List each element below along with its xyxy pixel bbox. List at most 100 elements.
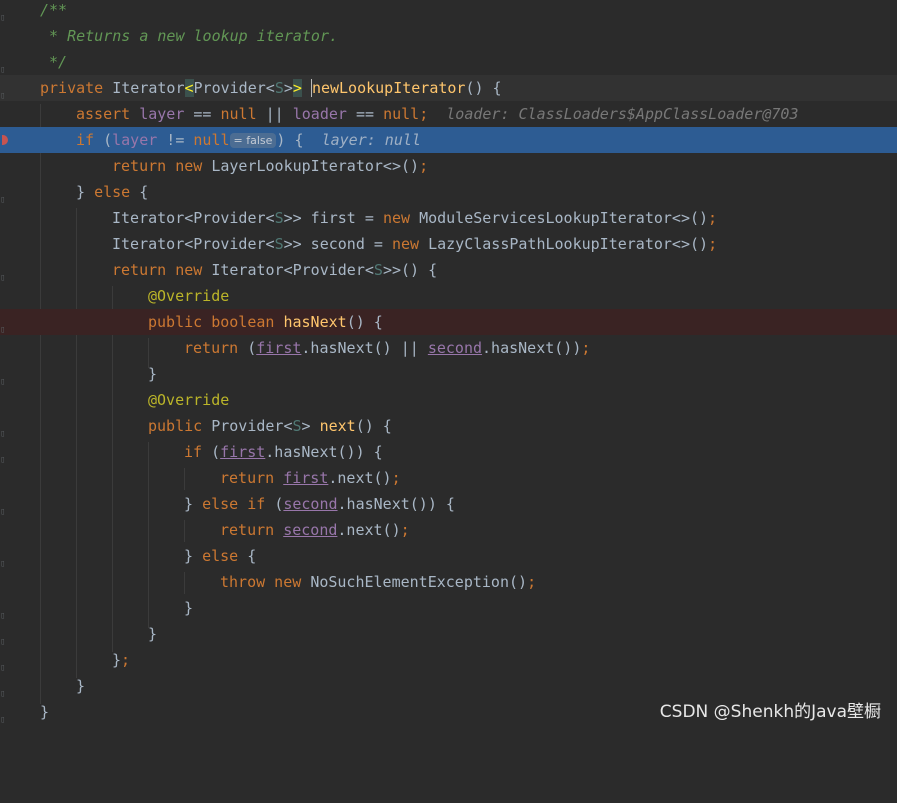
fold-marker-icon[interactable]: ▯	[0, 499, 6, 517]
field-layer: layer	[139, 105, 185, 123]
annotation: @Override	[148, 287, 230, 305]
semicolon: ;	[400, 521, 410, 539]
operator: ==	[184, 105, 221, 123]
fold-marker-icon[interactable]: ▯	[0, 603, 6, 621]
fold-marker-icon[interactable]: ▯	[0, 629, 6, 647]
code-line-breakpoint[interactable]: ▯ public boolean hasNext() {	[0, 309, 897, 335]
code-line[interactable]: ▯ };	[0, 647, 897, 673]
fold-marker-icon[interactable]: ▯	[0, 57, 6, 75]
punctuation: }	[184, 495, 203, 513]
fold-marker-icon[interactable]: ▯	[0, 187, 6, 205]
type-name: Iterator<Provider<	[112, 235, 275, 253]
code-line[interactable]: * Returns a new lookup iterator.	[0, 23, 897, 49]
doc-comment: * Returns a new lookup iterator.	[40, 27, 339, 45]
punctuation: {	[238, 547, 257, 565]
captured-variable: first	[256, 339, 302, 357]
semicolon: ;	[708, 209, 718, 227]
fold-marker-icon[interactable]: ▯	[0, 317, 6, 335]
type-parameter: S	[292, 417, 302, 435]
code-line[interactable]: return (first.hasNext() || second.hasNex…	[0, 335, 897, 361]
constructor-call: NoSuchElementException()	[310, 573, 528, 591]
punctuation: }	[184, 547, 203, 565]
code-line-current[interactable]: ▯ private Iterator<Provider<S>> newLooku…	[0, 75, 897, 101]
captured-variable: second	[283, 521, 338, 539]
code-line[interactable]: ▯ }	[0, 361, 897, 387]
code-line[interactable]: return first.next();	[0, 465, 897, 491]
code-line[interactable]: Iterator<Provider<S>> first = new Module…	[0, 205, 897, 231]
captured-variable: second	[427, 339, 483, 357]
fold-marker-icon[interactable]: ▯	[0, 447, 6, 465]
punctuation: }	[76, 677, 86, 695]
semicolon: ;	[708, 235, 718, 253]
fold-marker-icon[interactable]: ▯	[0, 83, 6, 101]
punctuation: () {	[465, 79, 502, 97]
fold-marker-icon[interactable]: ▯	[0, 5, 6, 23]
method-call: .next()	[328, 469, 392, 487]
keyword-return: return	[184, 339, 248, 357]
constructor-call: LayerLookupIterator<>()	[211, 157, 420, 175]
debug-evaluation-badge[interactable]: = false	[229, 133, 277, 148]
punctuation: >	[301, 417, 320, 435]
field-loader: loader	[292, 105, 347, 123]
code-line[interactable]: assert layer == null || loader == null; …	[0, 101, 897, 127]
keyword-else-if: else if	[202, 495, 275, 513]
keyword-null: null	[220, 105, 257, 123]
keyword-new: new	[382, 209, 420, 227]
punctuation: {	[130, 183, 149, 201]
code-line[interactable]: ▯ }	[0, 595, 897, 621]
type-name: Provider<	[211, 417, 293, 435]
watermark-text: CSDN @Shenkh的Java壁橱	[659, 702, 881, 722]
keyword-new: new	[391, 235, 429, 253]
semicolon: ;	[419, 105, 429, 123]
code-line[interactable]: ▯ } else {	[0, 543, 897, 569]
code-line[interactable]: return new LayerLookupIterator<>();	[0, 153, 897, 179]
keyword-if: if	[184, 443, 212, 461]
debug-inline-value: loader: ClassLoaders$AppClassLoader@703	[446, 105, 799, 123]
fold-marker-icon[interactable]: ▯	[0, 265, 6, 283]
keyword-throw-new: throw new	[220, 573, 311, 591]
code-line[interactable]: @Override	[0, 387, 897, 413]
type-parameter: S	[274, 209, 284, 227]
code-line[interactable]: ▯ }	[0, 673, 897, 699]
fold-marker-icon[interactable]: ▯	[0, 681, 6, 699]
code-line[interactable]: ▯ }	[0, 621, 897, 647]
method-call: .hasNext()) {	[337, 495, 455, 513]
keyword-return: return	[220, 521, 284, 539]
code-line[interactable]: ▯ /**	[0, 0, 897, 23]
code-line[interactable]: ▯ } else if (second.hasNext()) {	[0, 491, 897, 517]
method-call: .hasNext())	[482, 339, 582, 357]
code-line[interactable]: return second.next();	[0, 517, 897, 543]
code-editor[interactable]: ▯ /** * Returns a new lookup iterator. ▯…	[0, 0, 897, 730]
operator: ||	[256, 105, 293, 123]
constructor-call: ModuleServicesLookupIterator<>()	[419, 209, 709, 227]
keyword-null: null	[193, 131, 230, 149]
method-name[interactable]: newLookupIterator	[310, 79, 466, 97]
punctuation: (	[103, 131, 113, 149]
code-line[interactable]: ▯ return new Iterator<Provider<S>>() {	[0, 257, 897, 283]
captured-variable: first	[220, 443, 266, 461]
fold-marker-icon[interactable]: ▯	[0, 707, 6, 725]
code-line-execution-point[interactable]: if (layer != null = false) { layer: null	[0, 127, 897, 153]
code-line[interactable]: ▯ public Provider<S> next() {	[0, 413, 897, 439]
code-line[interactable]: throw new NoSuchElementException();	[0, 569, 897, 595]
semicolon: ;	[419, 157, 429, 175]
matched-bracket: <	[184, 79, 194, 97]
fold-marker-icon[interactable]: ▯	[0, 369, 6, 387]
semicolon: ;	[581, 339, 591, 357]
type-parameter: S	[373, 261, 383, 279]
method-call: .hasNext()) {	[265, 443, 383, 461]
keyword-private: private	[40, 79, 113, 97]
code-line[interactable]: ▯ if (first.hasNext()) {	[0, 439, 897, 465]
fold-marker-icon[interactable]: ▯	[0, 421, 6, 439]
type-name: Provider<	[193, 79, 275, 97]
keyword-public: public	[148, 417, 212, 435]
code-line[interactable]: Iterator<Provider<S>> second = new LazyC…	[0, 231, 897, 257]
code-line[interactable]: ▯ } else {	[0, 179, 897, 205]
fold-marker-icon[interactable]: ▯	[0, 551, 6, 569]
fold-marker-icon[interactable]: ▯	[0, 655, 6, 673]
execution-point-icon[interactable]	[2, 135, 8, 145]
variable-declaration: >> first =	[283, 209, 383, 227]
code-line[interactable]: ▯ */	[0, 49, 897, 75]
keyword-if: if	[76, 131, 104, 149]
code-line[interactable]: @Override	[0, 283, 897, 309]
